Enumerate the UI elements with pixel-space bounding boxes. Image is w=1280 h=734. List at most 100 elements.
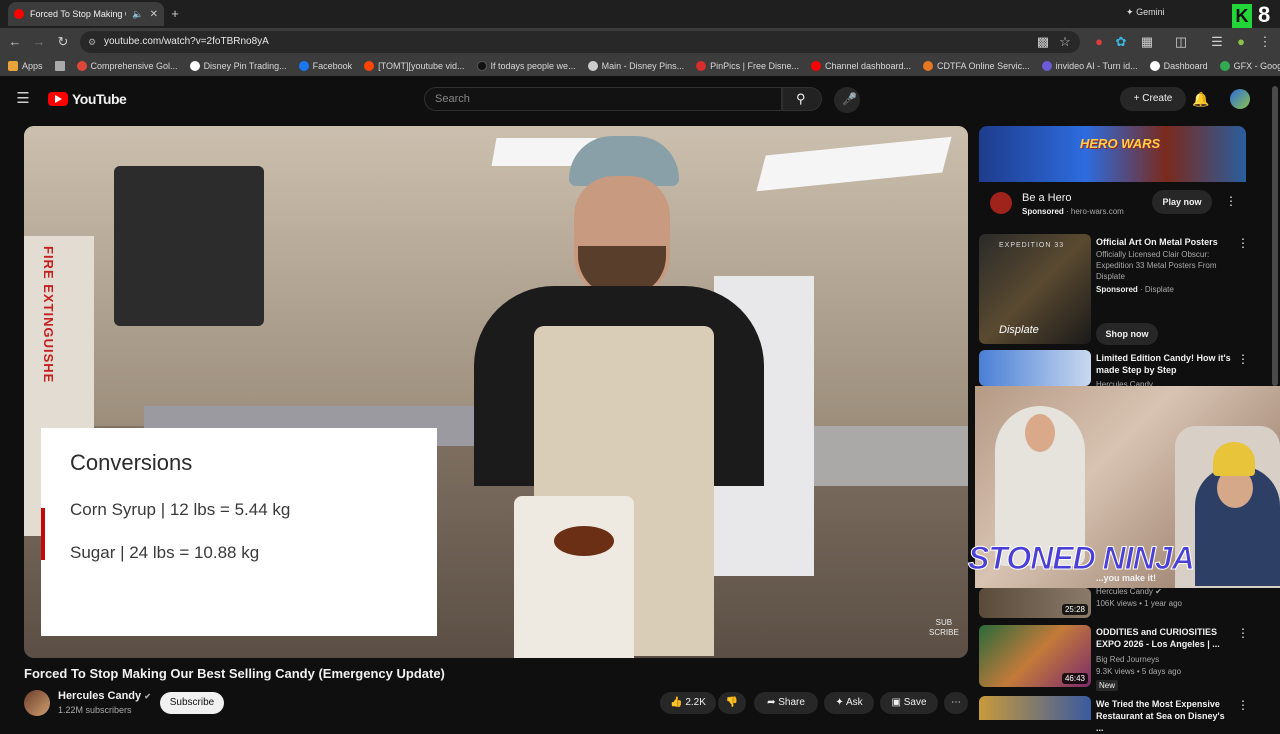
- ad-logo-text: HERO WARS: [1080, 136, 1161, 151]
- install-app-icon[interactable]: ▩: [1034, 33, 1052, 51]
- site-favicon-icon: [189, 61, 200, 71]
- video-thumbnail[interactable]: [979, 696, 1091, 720]
- video-menu-icon[interactable]: ⋮: [1237, 698, 1249, 712]
- pinpics-icon: [696, 61, 707, 71]
- ask-button[interactable]: ✦ Ask: [824, 692, 874, 714]
- bookmark-item[interactable]: [TOMT][youtube vid...: [364, 61, 465, 71]
- video-thumbnail[interactable]: 25:28: [979, 588, 1091, 618]
- media-controls-icon[interactable]: ☰: [1208, 33, 1226, 51]
- video-person: [474, 136, 774, 658]
- video-title[interactable]: ...you make it!: [1096, 572, 1156, 584]
- browser-tab-bar: Forced To Stop Making Our 🔈 ✕ + ✦ Gemini…: [0, 0, 1280, 28]
- save-button[interactable]: ▣ Save: [880, 692, 938, 714]
- tab-close-icon[interactable]: ✕: [150, 9, 158, 20]
- gemini-button[interactable]: ✦ Gemini: [1126, 7, 1165, 18]
- bookmark-label: invideo AI - Turn id...: [1055, 61, 1138, 71]
- displate-sponsored-line: Sponsored · Displate: [1096, 285, 1174, 294]
- voice-search-button[interactable]: 🎤: [834, 87, 860, 113]
- bookmark-item[interactable]: CDTFA Online Servic...: [923, 61, 1030, 71]
- dislike-button[interactable]: 👎: [718, 692, 746, 714]
- video-menu-icon[interactable]: ⋮: [1237, 626, 1249, 640]
- facebook-icon: [298, 61, 309, 71]
- ad-sponsored-label: Sponsored: [1096, 285, 1138, 294]
- channel-avatar[interactable]: [24, 690, 50, 716]
- profile-avatar-icon[interactable]: ●: [1232, 33, 1250, 51]
- fire-sign-text: FIRE EXTINGUISHE: [41, 246, 56, 384]
- subscribe-button[interactable]: Subscribe: [160, 692, 224, 714]
- bookmark-item[interactable]: If todays people we...: [476, 61, 576, 71]
- more-actions-button[interactable]: ⋯: [944, 692, 968, 714]
- share-label: Share: [778, 697, 805, 708]
- ad-menu-icon[interactable]: ⋮: [1237, 236, 1249, 250]
- play-now-button[interactable]: Play now: [1152, 190, 1212, 214]
- video-channel-text: Hercules Candy: [1096, 587, 1153, 596]
- browser-tab[interactable]: Forced To Stop Making Our 🔈 ✕: [8, 2, 164, 26]
- url-text: youtube.com/watch?v=2foTBRno8yA: [104, 36, 269, 47]
- search-input[interactable]: Search: [424, 87, 782, 111]
- thumbs-up-icon: 👍: [670, 697, 683, 708]
- video-title[interactable]: ODDITIES and CURIOSITIES EXPO 2026 - Los…: [1096, 626, 1231, 650]
- bookmark-item[interactable]: Disney Pin Trading...: [189, 61, 287, 71]
- site-info-icon[interactable]: ⚙: [88, 31, 96, 53]
- side-panel-icon[interactable]: ◫: [1172, 33, 1190, 51]
- youtube-logo[interactable]: YouTube: [48, 91, 127, 107]
- extension-red-icon[interactable]: ●: [1090, 33, 1108, 51]
- new-tab-icon[interactable]: +: [166, 5, 184, 23]
- stream-corner-number: 8: [1258, 2, 1271, 27]
- bookmark-item[interactable]: invideo AI - Turn id...: [1041, 61, 1138, 71]
- displate-ad-title[interactable]: Official Art On Metal Posters: [1096, 236, 1236, 248]
- tab-audio-icon[interactable]: 🔈: [132, 9, 143, 20]
- bookmark-item[interactable]: Main - Disney Pins...: [587, 61, 684, 71]
- bookmark-label: Dashboard: [1163, 61, 1208, 71]
- channel-name[interactable]: Hercules Candy ✔: [58, 690, 151, 702]
- bookmark-label: [TOMT][youtube vid...: [378, 61, 465, 71]
- hamburger-menu-icon[interactable]: ☰: [14, 90, 32, 108]
- bookmark-grid[interactable]: [54, 61, 65, 71]
- browser-menu-icon[interactable]: ⋮: [1256, 33, 1274, 51]
- shop-now-button[interactable]: Shop now: [1096, 323, 1158, 345]
- back-arrow-icon[interactable]: ←: [6, 33, 24, 51]
- bookmark-item[interactable]: Facebook: [298, 61, 353, 71]
- ad-title[interactable]: Be a Hero: [1022, 192, 1072, 204]
- address-bar[interactable]: ⚙ youtube.com/watch?v=2foTBRno8yA: [80, 31, 1080, 53]
- video-menu-icon[interactable]: ⋮: [1237, 352, 1249, 366]
- invideo-icon: [1041, 61, 1052, 71]
- forward-arrow-icon[interactable]: →: [30, 33, 48, 51]
- ad-menu-icon[interactable]: ⋮: [1225, 194, 1237, 208]
- create-label: Create: [1142, 93, 1173, 104]
- video-player[interactable]: FIRE EXTINGUISHE Conversions Corn Syrup …: [24, 126, 968, 658]
- bookmark-item[interactable]: GFX - Google Drive: [1219, 61, 1280, 71]
- thumbs-down-icon: 👎: [725, 697, 739, 708]
- video-title[interactable]: We Tried the Most Expensive Restaurant a…: [1096, 698, 1231, 734]
- video-title[interactable]: Limited Edition Candy! How it's made Ste…: [1096, 352, 1231, 376]
- bookmark-item[interactable]: Channel dashboard...: [810, 61, 911, 71]
- page-scrollbar[interactable]: [1272, 86, 1278, 386]
- displate-brand: Displate: [999, 324, 1039, 336]
- share-button[interactable]: ➦ Share: [754, 692, 818, 714]
- bookmark-item[interactable]: Comprehensive Gol...: [76, 61, 178, 71]
- search-button[interactable]: ⚲: [782, 87, 822, 111]
- video-thumbnail[interactable]: 46:43: [979, 625, 1091, 687]
- overlay-row-sugar: Sugar | 24 lbs = 10.88 kg: [70, 543, 260, 562]
- subscribe-watermark[interactable]: SUB SCRIBE: [929, 618, 959, 638]
- extensions-puzzle-icon[interactable]: ▦: [1138, 33, 1156, 51]
- account-avatar[interactable]: [1230, 89, 1250, 109]
- bookmark-star-icon[interactable]: ☆: [1056, 33, 1074, 51]
- youtube-favicon-icon: [14, 9, 24, 19]
- displate-ad-thumbnail[interactable]: EXPEDITION 33 Displate: [979, 234, 1091, 344]
- reload-icon[interactable]: ↻: [54, 33, 72, 51]
- create-button[interactable]: + Create: [1120, 87, 1186, 111]
- bookmark-item[interactable]: Dashboard: [1149, 61, 1208, 71]
- notifications-bell-icon[interactable]: 🔔: [1192, 90, 1210, 108]
- bookmark-label: Facebook: [312, 61, 353, 71]
- stream-overlay-logo: STONED NINJA: [968, 540, 1196, 577]
- subscriber-count: 1.22M subscribers: [58, 705, 132, 715]
- like-button[interactable]: 👍 2.2K: [660, 692, 716, 714]
- video-thumbnail[interactable]: [979, 350, 1091, 386]
- extension-color-icon[interactable]: ✿: [1112, 33, 1130, 51]
- bookmark-apps[interactable]: Apps: [8, 61, 43, 71]
- ad-banner-image[interactable]: [979, 126, 1246, 182]
- overlay-accent-bar: [41, 508, 45, 560]
- bookmark-item[interactable]: PinPics | Free Disne...: [696, 61, 799, 71]
- ad-sponsored-label: Sponsored: [1022, 207, 1064, 216]
